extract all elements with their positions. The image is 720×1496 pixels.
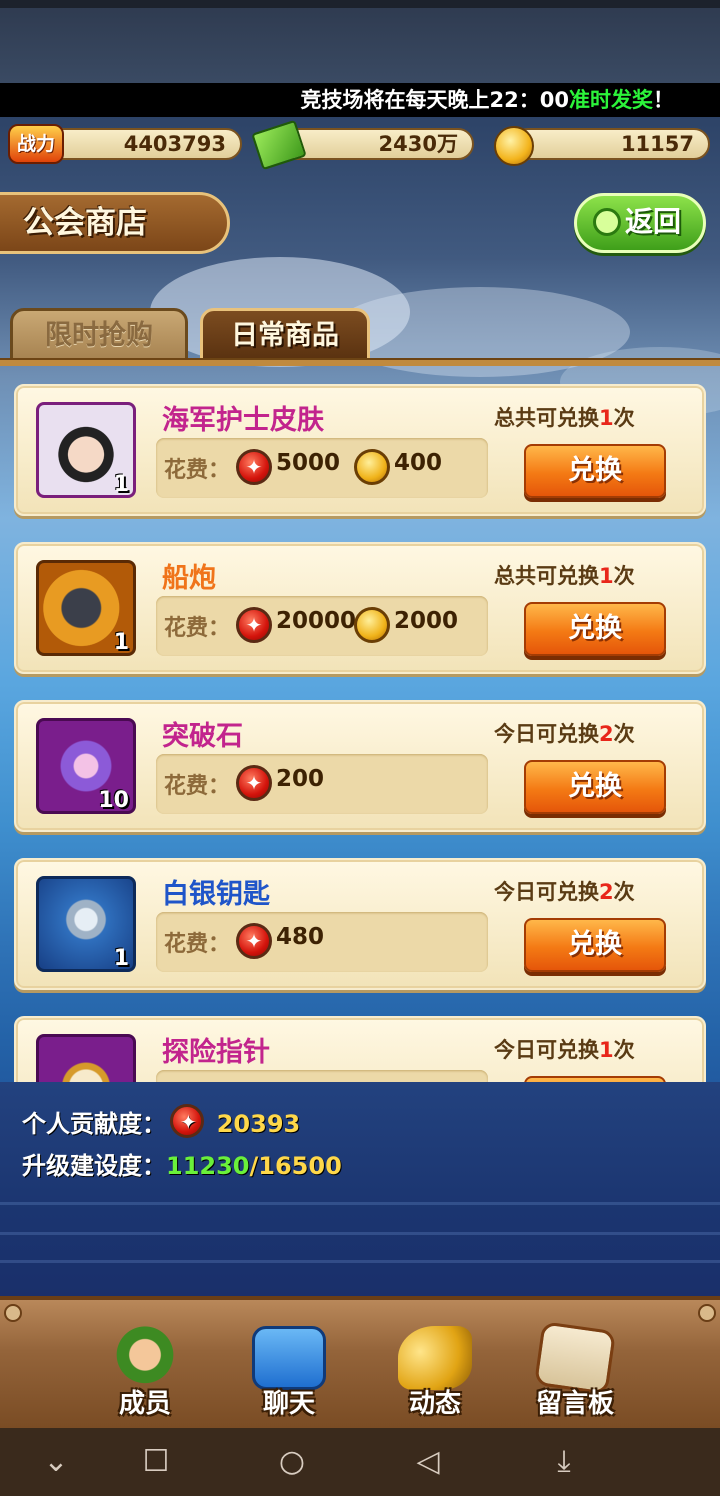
contribution-icon [236,607,272,643]
bottom-menu: 成员 聊天 动态 留言板 [0,1296,720,1428]
exchange-button[interactable]: 兑换 [524,918,666,972]
list-item: 探险指针 今日可兑换1次 兑换 [14,1016,706,1082]
item-name: 突破石 [162,721,243,752]
silver-key-icon: 1 [36,876,136,972]
item-name: 探险指针 [162,1037,270,1068]
back-button[interactable]: 返回 [574,193,706,253]
cost-box: 花费： 5000 400 [156,438,488,498]
recents-icon[interactable]: ☐ [136,1442,176,1482]
menu-chat[interactable]: 聊天 [234,1320,344,1428]
cost-box: 花费： 480 [156,912,488,972]
announcement-ticker: 竞技场将在每天晚上22：00准时发奖！ [0,83,720,117]
horn-icon [398,1326,472,1390]
compass-icon [36,1034,136,1082]
status-bar [0,0,720,83]
exchange-button[interactable]: 兑换 [524,444,666,498]
back-icon[interactable]: ◁ [408,1442,448,1482]
contribution-icon [236,765,272,801]
chat-icon [252,1326,326,1390]
item-name: 白银钥匙 [162,879,270,910]
cost-box: 花费： 200 [156,754,488,814]
chevron-down-icon[interactable]: ⌄ [36,1442,76,1482]
pull-down-icon[interactable]: ⤓ [544,1442,584,1482]
tab-divider [0,358,720,366]
exchange-button[interactable]: 兑换 [524,602,666,656]
nurse-avatar-icon: 1 [36,402,136,498]
build-progress-row: 升级建设度：11230/16500 [22,1152,342,1180]
page-title: 公会商店 [0,192,230,254]
cost-box: 花费： 20000 2000 [156,596,488,656]
item-name: 海军护士皮肤 [162,405,324,436]
contribution-icon [236,923,272,959]
contribution-icon [170,1104,205,1138]
gold-coin-icon [354,449,390,485]
list-item: 1 船炮 总共可兑换1次 花费： 20000 2000 兑换 [14,542,706,674]
members-icon [108,1326,182,1390]
contribution-icon [236,449,272,485]
list-item: 10 突破石 今日可兑换2次 花费： 200 兑换 [14,700,706,832]
menu-members[interactable]: 成员 [90,1320,200,1428]
exchange-limit: 总共可兑换1次 [494,406,635,430]
menu-message-board[interactable]: 留言板 [520,1320,630,1428]
tab-daily-goods[interactable]: 日常商品 [200,308,370,362]
tab-flash-sale[interactable]: 限时抢购 [10,308,188,362]
cannon-icon: 1 [36,560,136,656]
item-list[interactable]: 1 海军护士皮肤 总共可兑换1次 花费： 5000 400 兑换 1 船炮 总共… [0,366,720,1082]
item-name: 船炮 [162,563,216,594]
exchange-limit: 今日可兑换1次 [494,1038,635,1062]
menu-news[interactable]: 动态 [380,1320,490,1428]
gold-value: 11157 [512,128,710,160]
home-icon[interactable]: ○ [272,1442,312,1482]
exchange-limit: 总共可兑换1次 [494,564,635,588]
gold-coin-icon [354,607,390,643]
exchange-limit: 今日可兑换2次 [494,880,635,904]
crystal-icon: 10 [36,718,136,814]
list-item: 1 白银钥匙 今日可兑换2次 花费： 480 兑换 [14,858,706,990]
exchange-limit: 今日可兑换2次 [494,722,635,746]
cost-box [156,1070,488,1082]
exchange-button[interactable]: 兑换 [524,760,666,814]
gold-coin-icon [494,126,534,166]
return-arrow-icon [593,208,621,236]
power-icon: 战力 [8,124,64,164]
guild-info-panel: 个人贡献度： 20393 升级建设度：11230/16500 [0,1082,720,1298]
list-item: 1 海军护士皮肤 总共可兑换1次 花费： 5000 400 兑换 [14,384,706,516]
system-nav-bar: ⌄ ☐ ○ ◁ ⤓ [0,1428,720,1496]
power-value: 4403793 [40,128,242,160]
contribution-row: 个人贡献度： 20393 [22,1098,300,1139]
cash-value: 2430万 [278,128,474,160]
